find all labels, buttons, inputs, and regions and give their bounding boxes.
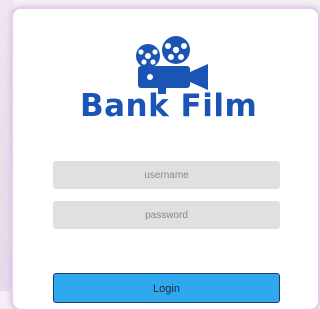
password-input[interactable] bbox=[53, 201, 280, 229]
brand-name: Bank Film bbox=[80, 88, 258, 124]
username-input[interactable] bbox=[53, 161, 280, 189]
page-background bbox=[0, 0, 14, 291]
login-button[interactable]: Login bbox=[53, 273, 280, 303]
